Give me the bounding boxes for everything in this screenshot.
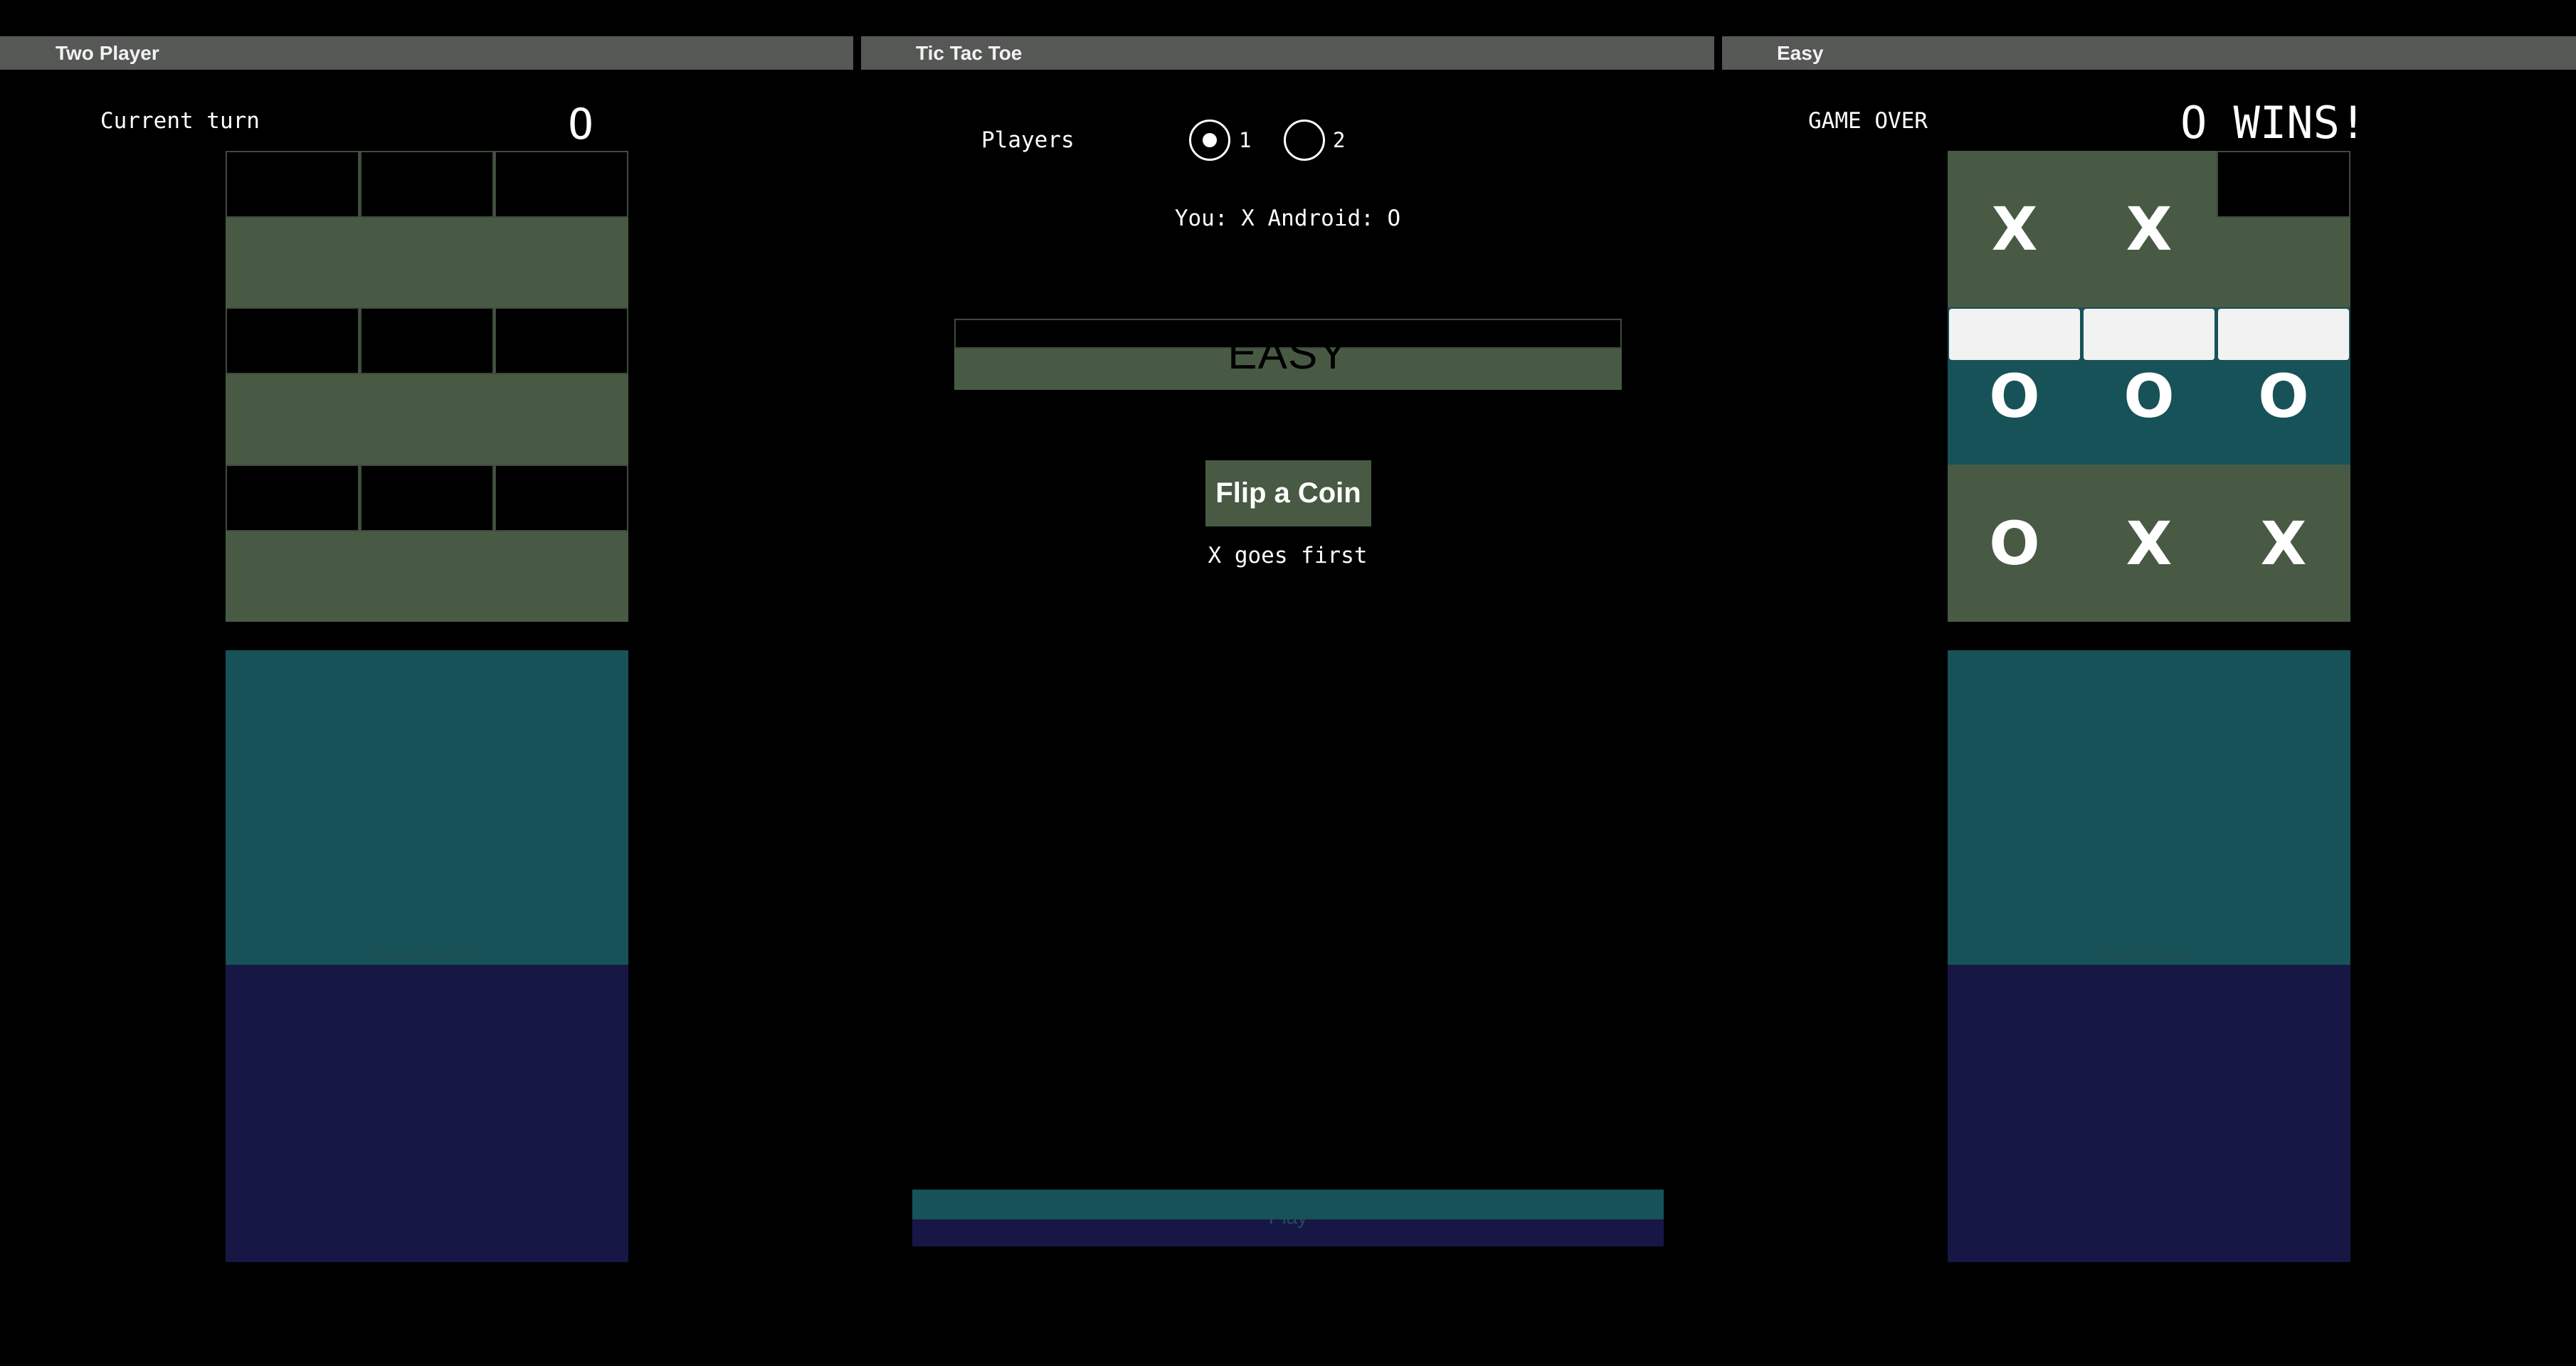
button-bottom-half — [226, 965, 628, 1262]
right-board-cell[interactable]: O — [1948, 465, 2081, 622]
right-board-cell-empty[interactable] — [2217, 151, 2350, 218]
panel-title-bar-right: Easy — [1722, 36, 2576, 70]
panel-title-easy: Easy — [1777, 42, 1824, 64]
cell-mark-o: O — [2258, 361, 2309, 431]
right-board-cell[interactable]: X — [2082, 151, 2216, 307]
left-board-cell[interactable] — [495, 465, 628, 531]
cell-mark-x: X — [2260, 508, 2307, 578]
right-board-cell[interactable]: O — [2217, 354, 2350, 438]
cell-mark-o: O — [2123, 361, 2175, 431]
button-top-half — [1948, 650, 2350, 965]
left-board-cell[interactable] — [226, 151, 359, 218]
left-board-cell[interactable] — [495, 151, 628, 218]
right-new-game-button[interactable]: New Game — [1948, 650, 2350, 1262]
left-board-cell[interactable] — [360, 465, 494, 531]
cell-mark-o: O — [1989, 508, 2040, 578]
cell-mark-x: X — [2126, 194, 2173, 264]
difficulty-value: EASY — [1228, 329, 1348, 378]
panel-title-bar-left: Two Player — [0, 36, 853, 70]
winning-cell-cap — [2218, 309, 2349, 360]
right-board-cell[interactable]: O — [1948, 354, 2081, 438]
flip-coin-label: Flip a Coin — [1215, 477, 1361, 509]
button-top-half — [226, 650, 628, 965]
difficulty-selector[interactable]: EASY — [954, 319, 1622, 390]
right-board-cell[interactable]: X — [2217, 465, 2350, 622]
new-game-label: New Game — [376, 943, 477, 965]
panel-title-tic-tac-toe: Tic Tac Toe — [916, 42, 1023, 64]
radio-selected-dot — [1203, 133, 1217, 147]
new-game-label: New Game — [2099, 943, 2200, 965]
assignment-text: You: X Android: O — [1174, 206, 1401, 231]
cell-mark-x: X — [2126, 508, 2173, 578]
cell-mark-o: O — [1989, 361, 2040, 431]
flip-coin-button[interactable]: Flip a Coin — [1205, 460, 1371, 526]
winning-cell-cap — [2084, 309, 2215, 360]
play-button[interactable]: Play — [912, 1190, 1664, 1246]
left-board-cell[interactable] — [495, 307, 628, 374]
player-2-radio[interactable] — [1284, 120, 1325, 161]
panel-title-two-player: Two Player — [56, 42, 159, 64]
player-2-label: 2 — [1333, 128, 1346, 152]
left-board-cell[interactable] — [360, 307, 494, 374]
play-label: Play — [1268, 1206, 1308, 1228]
coin-result-text: X goes first — [1208, 543, 1368, 568]
right-board-cell[interactable]: O — [2082, 354, 2216, 438]
right-board: X X O O O O X X — [1948, 151, 2350, 622]
players-label: Players — [981, 127, 1075, 153]
right-board-cell[interactable]: X — [2082, 465, 2216, 622]
panel-title-bar-center: Tic Tac Toe — [861, 36, 1714, 70]
turn-value: O — [568, 100, 594, 149]
left-new-game-button[interactable]: New Game — [226, 650, 628, 1262]
winning-cell-cap — [1949, 309, 2080, 360]
game-status-label: GAME OVER — [1808, 108, 1928, 134]
left-board-cell[interactable] — [226, 465, 359, 531]
player-1-radio[interactable] — [1189, 120, 1230, 161]
left-board-cell[interactable] — [226, 307, 359, 374]
game-result: O WINS! — [2180, 97, 2367, 149]
turn-label: Current turn — [100, 108, 260, 134]
player-1-label: 1 — [1239, 128, 1252, 152]
left-board-cell[interactable] — [360, 151, 494, 218]
button-bottom-half — [1948, 965, 2350, 1262]
right-board-cell[interactable]: X — [1948, 151, 2081, 307]
left-board — [226, 151, 628, 622]
cell-mark-x: X — [1991, 194, 2038, 264]
